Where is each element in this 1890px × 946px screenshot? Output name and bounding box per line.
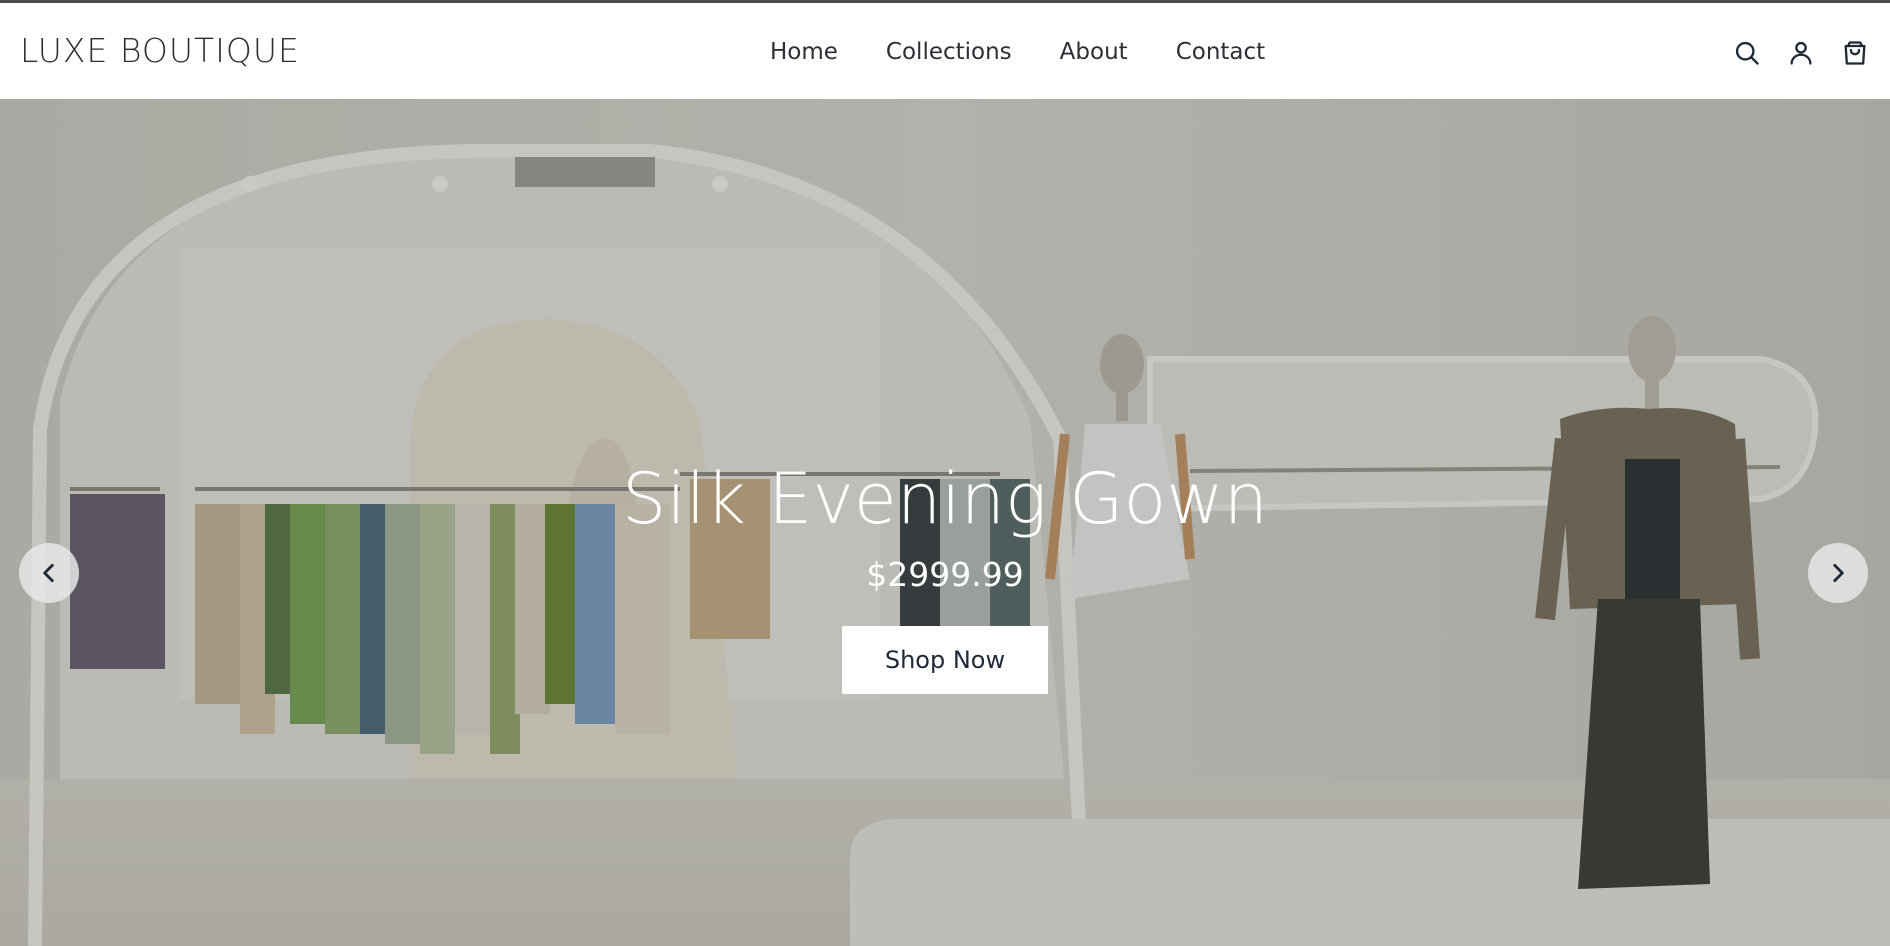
hero-product-title: Silk Evening Gown	[622, 458, 1268, 540]
search-button[interactable]	[1732, 38, 1762, 68]
shop-now-button[interactable]: Shop Now	[842, 626, 1048, 694]
main-nav: Home Collections About Contact	[770, 39, 1265, 65]
chevron-left-icon	[43, 564, 54, 582]
carousel-prev-button[interactable]	[19, 543, 79, 603]
nav-collections-link[interactable]: Collections	[886, 39, 1012, 65]
nav-contact-link[interactable]: Contact	[1176, 39, 1265, 65]
hero-carousel: Silk Evening Gown $2999.99 Shop Now	[0, 99, 1890, 946]
hero-product-price: $2999.99	[866, 555, 1024, 594]
hero-caption: Silk Evening Gown $2999.99 Shop Now	[0, 459, 1890, 694]
shopping-bag-icon	[1844, 41, 1866, 65]
header-actions	[1732, 38, 1870, 68]
brand-logo[interactable]: LUXE BOUTIQUE	[20, 31, 300, 70]
nav-about-link[interactable]: About	[1060, 39, 1128, 65]
search-icon	[1735, 41, 1759, 65]
nav-home-link[interactable]: Home	[770, 39, 838, 65]
carousel-next-button[interactable]	[1808, 543, 1868, 603]
cart-button[interactable]	[1840, 38, 1870, 68]
user-icon	[1790, 41, 1812, 65]
account-button[interactable]	[1786, 38, 1816, 68]
site-header: LUXE BOUTIQUE Home Collections About Con…	[0, 3, 1890, 99]
chevron-right-icon	[1833, 564, 1844, 582]
